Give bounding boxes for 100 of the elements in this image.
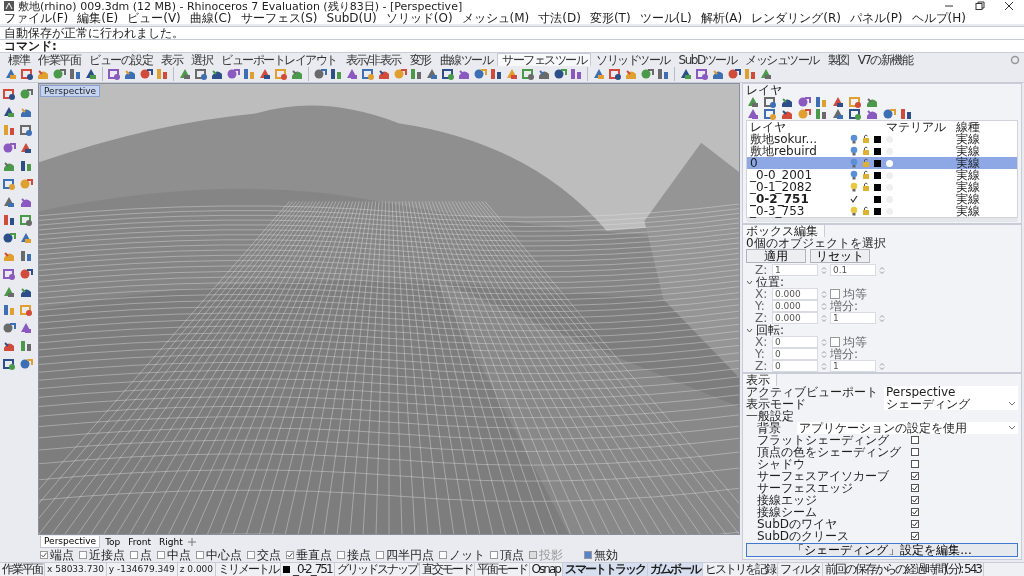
menu-item[interactable]: ツール(L) [639, 9, 692, 27]
toolbar-tab[interactable]: 作業平面 [34, 53, 84, 66]
tool-icon[interactable] [329, 67, 343, 81]
tool-icon[interactable] [19, 123, 33, 137]
column-header[interactable]: マテリアル [886, 121, 956, 133]
tool-icon[interactable] [2, 213, 16, 227]
toolbar-tab[interactable]: 曲線ツール [435, 53, 497, 66]
tool-icon[interactable] [19, 159, 33, 173]
tool-icon[interactable] [19, 213, 33, 227]
column-header[interactable]: レイヤ [750, 121, 850, 133]
panel-tab[interactable]: 表示 [743, 374, 777, 386]
add-icon[interactable] [187, 537, 196, 546]
tool-icon[interactable] [759, 67, 773, 81]
settings-icon[interactable] [1010, 54, 1020, 65]
color-swatch[interactable] [874, 207, 881, 215]
color-swatch[interactable] [874, 171, 881, 179]
layer-row[interactable]: _0-3_753 実線 [747, 205, 1017, 217]
tool-icon[interactable] [290, 67, 304, 81]
checkbox[interactable] [79, 551, 87, 559]
tool-icon[interactable] [123, 67, 137, 81]
tool-icon[interactable] [746, 107, 760, 121]
tool-icon[interactable] [377, 67, 391, 81]
layer-row[interactable]: _0-2_751 実線 [747, 193, 1017, 205]
color-swatch[interactable] [874, 135, 881, 143]
layer-row[interactable]: _0-1_2082 実線 [747, 181, 1017, 193]
tool-icon[interactable] [178, 67, 192, 81]
layer-row[interactable]: 敷地sokur... 実線 [747, 133, 1017, 145]
number-field[interactable]: 0.000 [772, 312, 818, 324]
tool-icon[interactable] [2, 303, 16, 317]
tool-icon[interactable] [521, 67, 535, 81]
lightbulb-icon[interactable] [850, 182, 858, 192]
tool-icon[interactable] [727, 67, 741, 81]
checkbox[interactable] [439, 551, 447, 559]
tool-icon[interactable] [19, 141, 33, 155]
checkbox[interactable] [130, 551, 138, 559]
tool-icon[interactable] [19, 105, 33, 119]
tool-icon[interactable] [2, 285, 16, 299]
checkbox[interactable] [584, 551, 592, 559]
tool-icon[interactable] [2, 249, 16, 263]
viewport-title[interactable]: Perspective [40, 85, 101, 97]
lightbulb-icon[interactable] [850, 134, 858, 144]
status-toggle[interactable]: スマートトラック [562, 563, 648, 576]
checkbox[interactable] [911, 508, 919, 516]
viewport-tab[interactable]: Front [125, 535, 155, 548]
tool-icon[interactable] [19, 195, 33, 209]
tool-icon[interactable] [226, 67, 240, 81]
tool-icon[interactable] [457, 67, 471, 81]
tool-icon[interactable] [4, 67, 18, 81]
tool-icon[interactable] [2, 267, 16, 281]
menu-item[interactable]: ヘルプ(H) [911, 9, 966, 27]
tool-icon[interactable] [780, 107, 794, 121]
viewport-tab[interactable]: Perspective [40, 535, 101, 548]
tool-icon[interactable] [743, 67, 757, 81]
tool-icon[interactable] [763, 107, 777, 121]
tool-icon[interactable] [194, 67, 208, 81]
tool-icon[interactable] [848, 107, 862, 121]
tool-icon[interactable] [19, 87, 33, 101]
panel-tab-icon[interactable] [831, 95, 845, 109]
color-swatch[interactable] [874, 183, 881, 191]
checkbox[interactable] [911, 520, 919, 528]
tool-icon[interactable] [797, 107, 811, 121]
tool-icon[interactable] [313, 67, 327, 81]
menu-item[interactable]: メッシュ(M) [461, 9, 530, 27]
tool-icon[interactable] [2, 105, 16, 119]
toolbar-tab[interactable]: ビューポートレイアウト [217, 53, 341, 66]
tool-icon[interactable] [107, 67, 121, 81]
tool-icon[interactable] [425, 67, 439, 81]
toolbar-tab[interactable]: 選択 [187, 53, 216, 66]
color-swatch[interactable] [874, 195, 881, 203]
checkbox[interactable] [830, 337, 840, 347]
number-field[interactable]: 0 [772, 348, 818, 360]
number-field[interactable]: 0 [772, 360, 818, 372]
tool-icon[interactable] [679, 67, 693, 81]
tool-icon[interactable] [2, 321, 16, 335]
panel-tab-icon[interactable] [746, 95, 760, 109]
toolbar-tab[interactable]: SubDツール [674, 53, 741, 66]
padlock-icon[interactable] [862, 170, 870, 180]
toolbar-tab[interactable]: V7の新機能 [853, 53, 917, 66]
menu-item[interactable]: 解析(A) [700, 9, 743, 27]
number-field[interactable]: 0.000 [772, 300, 818, 312]
lightbulb-icon[interactable] [850, 170, 858, 180]
edit-settings-button[interactable]: 「シェーディング」設定を編集... [746, 543, 1018, 557]
panel-tab[interactable]: ボックス編集 [743, 225, 825, 237]
toolbar-tab[interactable]: 標準 [4, 53, 33, 66]
tool-icon[interactable] [84, 67, 98, 81]
status-toggle[interactable]: フィルタ [777, 563, 823, 576]
status-toggle[interactable]: 直交モード [419, 563, 475, 576]
chevron-icon[interactable] [746, 326, 753, 334]
number-field[interactable]: 0 [772, 336, 818, 348]
number-field[interactable]: 1 [830, 360, 876, 372]
tool-icon[interactable] [489, 67, 503, 81]
tool-icon[interactable] [68, 67, 82, 81]
menu-item[interactable]: SubD(U) [326, 11, 377, 25]
lightbulb-icon[interactable] [850, 158, 858, 168]
tool-icon[interactable] [569, 67, 583, 81]
tool-icon[interactable] [19, 267, 33, 281]
padlock-icon[interactable] [862, 182, 870, 192]
padlock-icon[interactable] [862, 134, 870, 144]
lightbulb-icon[interactable] [850, 146, 858, 156]
dropdown[interactable]: アプリケーションの設定を使用 [797, 422, 1018, 434]
